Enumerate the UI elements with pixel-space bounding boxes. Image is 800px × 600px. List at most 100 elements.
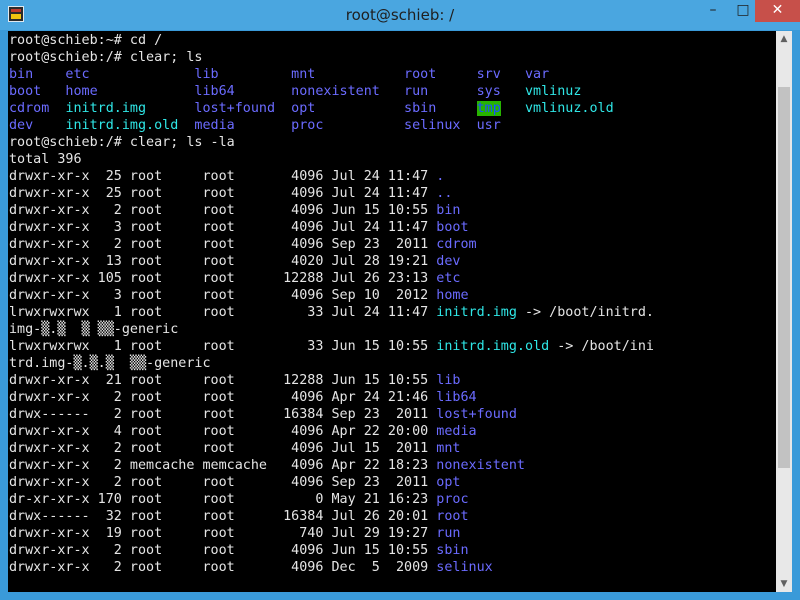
terminal-text: .. <box>436 186 453 201</box>
scroll-down-arrow-icon[interactable]: ▼ <box>776 576 792 592</box>
terminal-line: lrwxrwxrwx 1 root root 33 Jul 24 11:47 i… <box>9 304 776 321</box>
terminal-text: drwxr-xr-x 25 root root 4096 Jul 24 11:4… <box>9 169 437 184</box>
terminal-output[interactable]: root@schieb:~# cd / root@schieb:/# clear;… <box>8 31 776 592</box>
terminal-text: img-▒.▒ ▒ ▒▒-generic <box>9 322 179 337</box>
terminal-line: drwxr-xr-x 2 root root 4096 Jun 15 10:55… <box>9 542 776 559</box>
terminal-line: bin etc lib mnt root srv var <box>9 66 776 83</box>
terminal-text: -> /boot/ini <box>549 339 654 354</box>
terminal-text: cdrom <box>436 237 477 252</box>
terminal-text: root@schieb:/# clear; ls -la <box>9 135 235 150</box>
terminal-text: media proc selinux usr <box>178 118 501 133</box>
terminal-text: drwxr-xr-x 2 root root 4096 Jul 15 2011 <box>9 441 437 456</box>
terminal-text: lost+found <box>436 407 517 422</box>
terminal-text: initrd.img.old <box>65 118 179 133</box>
terminal-text: media <box>436 424 477 439</box>
terminal-line: dr-xr-xr-x 170 root root 0 May 21 16:23 … <box>9 491 776 508</box>
terminal-window: root@schieb: / – □ ✕ root@schieb:~# cd /… <box>0 0 800 600</box>
terminal-line: drwxr-xr-x 2 root root 4096 Sep 23 2011 … <box>9 474 776 491</box>
terminal-line: root@schieb:~# cd / <box>9 32 776 49</box>
terminal-text: root@schieb:~# cd / <box>9 33 163 48</box>
terminal-text: initrd.img.old <box>436 339 550 354</box>
terminal-text: root@schieb:/# clear; ls <box>9 50 203 65</box>
terminal-text: . <box>436 169 445 184</box>
terminal-line: cdrom initrd.img lost+found opt sbin tmp… <box>9 100 776 117</box>
title-bar[interactable]: root@schieb: / – □ ✕ <box>0 0 800 30</box>
terminal-text: drwxr-xr-x 2 root root 4096 Jun 15 10:55 <box>9 203 437 218</box>
terminal-line: root@schieb:/# clear; ls -la <box>9 134 776 151</box>
terminal-text: initrd.img <box>436 305 517 320</box>
terminal-text: dev <box>9 118 66 133</box>
terminal-text: trd.img-▒.▒.▒ ▒▒-generic <box>9 356 211 371</box>
terminal-line: total 396 <box>9 151 776 168</box>
terminal-line: dev initrd.img.old media proc selinux us… <box>9 117 776 134</box>
terminal-text: total 396 <box>9 152 82 167</box>
close-button[interactable]: ✕ <box>755 0 800 22</box>
terminal-text: sbin <box>436 543 469 558</box>
terminal-text: tmp <box>476 101 501 116</box>
terminal-line: drwxr-xr-x 3 root root 4096 Jul 24 11:47… <box>9 219 776 236</box>
terminal-line: drwx------ 32 root root 16384 Jul 26 20:… <box>9 508 776 525</box>
terminal-text: drwx------ 32 root root 16384 Jul 26 20:… <box>9 509 437 524</box>
scrollbar-thumb[interactable] <box>778 87 790 468</box>
terminal-line: drwxr-xr-x 2 memcache memcache 4096 Apr … <box>9 457 776 474</box>
terminal-text: initrd.img <box>65 101 147 116</box>
terminal-text: dr-xr-xr-x 170 root root 0 May 21 16:23 <box>9 492 437 507</box>
maximize-button[interactable]: □ <box>728 0 758 22</box>
terminal-text: drwxr-xr-x 19 root root 740 Jul 29 19:27 <box>9 526 437 541</box>
terminal-line: drwxr-xr-x 19 root root 740 Jul 29 19:27… <box>9 525 776 542</box>
terminal-text: drwxr-xr-x 2 root root 4096 Sep 23 2011 <box>9 237 437 252</box>
terminal-text: drwxr-xr-x 2 root root 4096 Sep 23 2011 <box>9 475 437 490</box>
terminal-text: drwxr-xr-x 4 root root 4096 Apr 22 20:00 <box>9 424 437 439</box>
terminal-text: lib64 <box>436 390 477 405</box>
terminal-line: drwxr-xr-x 2 root root 4096 Dec 5 2009 s… <box>9 559 776 576</box>
terminal-text: mnt <box>436 441 461 456</box>
terminal-line: drwxr-xr-x 4 root root 4096 Apr 22 20:00… <box>9 423 776 440</box>
terminal-text: lib <box>436 373 461 388</box>
terminal-text: -> /boot/initrd. <box>516 305 654 320</box>
terminal-text: home <box>436 288 469 303</box>
terminal-text: boot <box>436 220 469 235</box>
terminal-line: lrwxrwxrwx 1 root root 33 Jun 15 10:55 i… <box>9 338 776 355</box>
terminal-line: drwxr-xr-x 21 root root 12288 Jun 15 10:… <box>9 372 776 389</box>
terminal-text: drwx------ 2 root root 16384 Sep 23 2011 <box>9 407 437 422</box>
terminal-line: drwx------ 2 root root 16384 Sep 23 2011… <box>9 406 776 423</box>
terminal-line: drwxr-xr-x 105 root root 12288 Jul 26 23… <box>9 270 776 287</box>
terminal-text: drwxr-xr-x 105 root root 12288 Jul 26 23… <box>9 271 437 286</box>
terminal-text: drwxr-xr-x 2 root root 4096 Dec 5 2009 <box>9 560 437 575</box>
terminal-text: lost+found opt sbin <box>146 101 477 116</box>
terminal-text: dev <box>436 254 461 269</box>
terminal-line: drwxr-xr-x 2 root root 4096 Sep 23 2011 … <box>9 236 776 253</box>
terminal-line: boot home lib64 nonexistent run sys vmli… <box>9 83 776 100</box>
terminal-text: vmlinuz <box>524 84 582 99</box>
terminal-line: drwxr-xr-x 25 root root 4096 Jul 24 11:4… <box>9 185 776 202</box>
terminal-line: drwxr-xr-x 2 root root 4096 Apr 24 21:46… <box>9 389 776 406</box>
terminal-text: drwxr-xr-x 2 root root 4096 Apr 24 21:46 <box>9 390 437 405</box>
vertical-scrollbar[interactable]: ▲ ▼ <box>776 31 792 592</box>
terminal-text: lrwxrwxrwx 1 root root 33 Jul 24 11:47 <box>9 305 437 320</box>
terminal-text: drwxr-xr-x 3 root root 4096 Jul 24 11:47 <box>9 220 437 235</box>
terminal-text: drwxr-xr-x 21 root root 12288 Jun 15 10:… <box>9 373 437 388</box>
terminal-screen: root@schieb:~# cd / root@schieb:/# clear;… <box>9 32 776 592</box>
terminal-line: img-▒.▒ ▒ ▒▒-generic <box>9 321 776 338</box>
terminal-line: drwxr-xr-x 2 root root 4096 Jul 15 2011 … <box>9 440 776 457</box>
terminal-text: run <box>436 526 461 541</box>
terminal-text: cdrom <box>9 101 66 116</box>
terminal-text: lrwxrwxrwx 1 root root 33 Jun 15 10:55 <box>9 339 437 354</box>
terminal-text: root <box>436 509 469 524</box>
terminal-text: drwxr-xr-x 13 root root 4020 Jul 28 19:2… <box>9 254 437 269</box>
terminal-text: vmlinuz.old <box>524 101 614 116</box>
terminal-text: bin etc lib mnt root srv var <box>9 67 550 82</box>
terminal-line: drwxr-xr-x 13 root root 4020 Jul 28 19:2… <box>9 253 776 270</box>
terminal-line: drwxr-xr-x 3 root root 4096 Sep 10 2012 … <box>9 287 776 304</box>
terminal-text: drwxr-xr-x 2 memcache memcache 4096 Apr … <box>9 458 437 473</box>
terminal-line: root@schieb:/# clear; ls <box>9 49 776 66</box>
scroll-up-arrow-icon[interactable]: ▲ <box>776 31 792 47</box>
terminal-line: drwxr-xr-x 2 root root 4096 Jun 15 10:55… <box>9 202 776 219</box>
terminal-text: nonexistent <box>436 458 525 473</box>
terminal-line: trd.img-▒.▒.▒ ▒▒-generic <box>9 355 776 372</box>
terminal-text: bin <box>436 203 461 218</box>
terminal-text: etc <box>436 271 461 286</box>
terminal-text: selinux <box>436 560 493 575</box>
terminal-line: drwxr-xr-x 25 root root 4096 Jul 24 11:4… <box>9 168 776 185</box>
minimize-button[interactable]: – <box>698 0 728 22</box>
